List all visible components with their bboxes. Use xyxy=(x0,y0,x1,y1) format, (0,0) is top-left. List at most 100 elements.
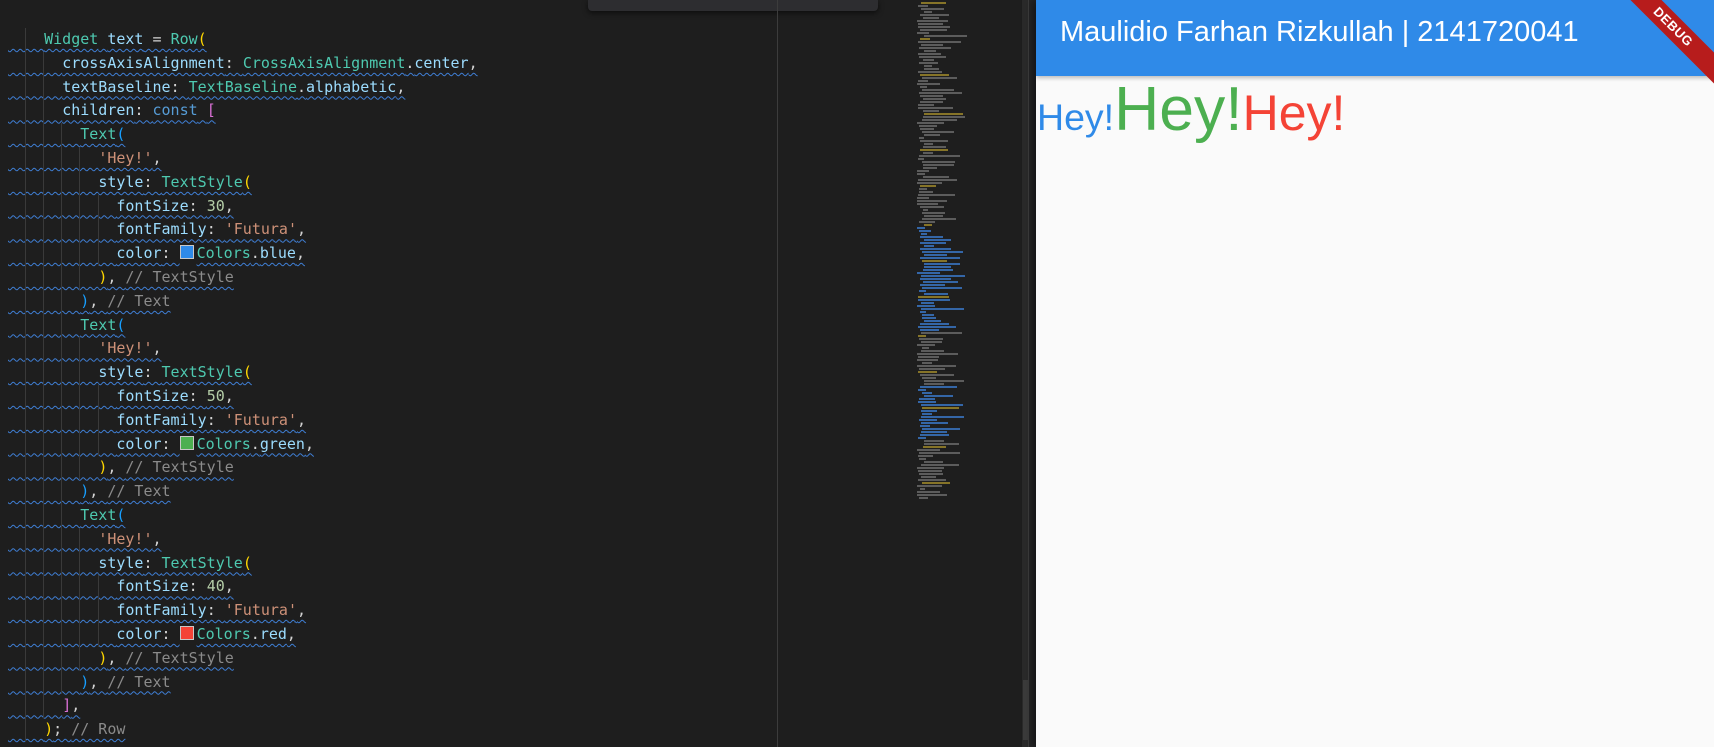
minimap-line xyxy=(921,308,965,310)
code-token: 'Futura' xyxy=(224,410,297,429)
code-line: 'Hey!', xyxy=(0,146,478,171)
code-token: style xyxy=(98,553,144,572)
code-token: , xyxy=(152,529,162,548)
minimap-line xyxy=(922,119,957,121)
minimap-line xyxy=(917,494,947,496)
code-token: Text xyxy=(80,505,117,524)
minimap-line xyxy=(920,38,930,40)
code-token: : xyxy=(134,101,153,120)
minimap-line xyxy=(921,2,946,4)
code-token: : xyxy=(206,410,225,429)
minimap-line xyxy=(917,203,939,205)
code-token: , xyxy=(89,482,108,501)
editor-ruler xyxy=(777,0,778,747)
minimap-line xyxy=(920,434,950,436)
minimap-line xyxy=(918,335,927,337)
code-token: , xyxy=(152,339,162,358)
code-line: crossAxisAlignment: CrossAxisAlignment.c… xyxy=(0,51,478,76)
minimap-line xyxy=(921,422,949,424)
code-token: : xyxy=(224,53,243,72)
color-swatch-icon[interactable] xyxy=(179,435,194,450)
minimap-line xyxy=(920,278,952,280)
minimap-line xyxy=(922,161,956,163)
code-token: Colors xyxy=(196,434,251,453)
code-token: ) xyxy=(98,458,108,477)
code-token: = xyxy=(143,30,171,48)
minimap-line xyxy=(917,83,940,85)
minimap-line xyxy=(918,179,957,181)
code-token: Text xyxy=(80,315,117,334)
code-token: ( xyxy=(116,125,126,144)
code-token: color xyxy=(116,434,162,453)
minimap-line xyxy=(924,380,965,382)
minimap[interactable] xyxy=(915,0,1011,747)
minimap-line xyxy=(920,425,930,427)
code-token: textBaseline xyxy=(62,77,171,96)
code-token: 'Futura' xyxy=(224,220,297,239)
code-token: fontSize xyxy=(116,577,189,596)
minimap-line xyxy=(917,491,941,493)
minimap-line xyxy=(924,443,960,445)
minimap-line xyxy=(918,104,934,106)
code-token: : xyxy=(170,77,189,96)
code-token: ) xyxy=(98,648,108,667)
code-token: fontFamily xyxy=(116,601,207,620)
code-token: ( xyxy=(242,553,252,572)
minimap-line xyxy=(922,287,963,289)
minimap-line xyxy=(921,350,945,352)
code-token: ( xyxy=(116,505,126,524)
minimap-line xyxy=(917,197,929,199)
minimap-line xyxy=(922,260,947,262)
minimap-line xyxy=(922,131,955,133)
minimap-line xyxy=(917,449,940,451)
minimap-line xyxy=(920,14,949,16)
code-token: 'Hey!' xyxy=(98,339,153,358)
code-line: ], xyxy=(0,694,478,719)
code-token: : xyxy=(188,386,207,405)
minimap-line xyxy=(922,77,958,79)
code-line: color: Colors.green, xyxy=(0,432,478,457)
minimap-line xyxy=(923,167,938,169)
minimap-line xyxy=(920,140,949,142)
minimap-line xyxy=(921,332,962,334)
code-token: 'Hey!' xyxy=(98,529,153,548)
minimap-line xyxy=(923,446,946,448)
minimap-line xyxy=(923,269,954,271)
minimap-line xyxy=(918,26,950,28)
code-token: ( xyxy=(242,363,252,382)
minimap-line xyxy=(924,143,933,145)
color-swatch-icon[interactable] xyxy=(179,245,194,260)
minimap-line xyxy=(920,329,939,331)
code-token: TextStyle xyxy=(161,553,243,572)
code-token: Text xyxy=(80,125,117,144)
minimap-line xyxy=(922,413,933,415)
code-token: color xyxy=(116,244,162,263)
minimap-line xyxy=(922,407,959,409)
code-line: ), // Text xyxy=(0,289,478,314)
minimap-line xyxy=(917,485,942,487)
minimap-line xyxy=(918,80,929,82)
code-token: : xyxy=(161,624,180,643)
minimap-line xyxy=(919,191,934,193)
minimap-line xyxy=(918,326,957,328)
minimap-line xyxy=(919,92,963,94)
code-token: , xyxy=(396,77,406,96)
minimap-line xyxy=(919,452,960,454)
minimap-line xyxy=(919,473,944,475)
minimap-line xyxy=(917,272,940,274)
code-editor[interactable]: Widget text = Row( crossAxisAlignment: C… xyxy=(0,0,1028,747)
minimap-line xyxy=(918,389,927,391)
minimap-line xyxy=(922,362,933,364)
color-swatch-icon[interactable] xyxy=(179,625,194,640)
code-lines[interactable]: Widget text = Row( crossAxisAlignment: C… xyxy=(0,28,478,742)
minimap-line xyxy=(923,176,950,178)
code-token: , xyxy=(89,291,108,310)
minimap-line xyxy=(918,455,933,457)
minimap-line xyxy=(920,236,943,238)
code-line: Text( xyxy=(0,503,478,528)
minimap-line xyxy=(920,95,943,97)
code-token: . xyxy=(250,624,260,643)
code-token: // TextStyle xyxy=(125,458,234,477)
code-token: Widget xyxy=(44,30,99,48)
